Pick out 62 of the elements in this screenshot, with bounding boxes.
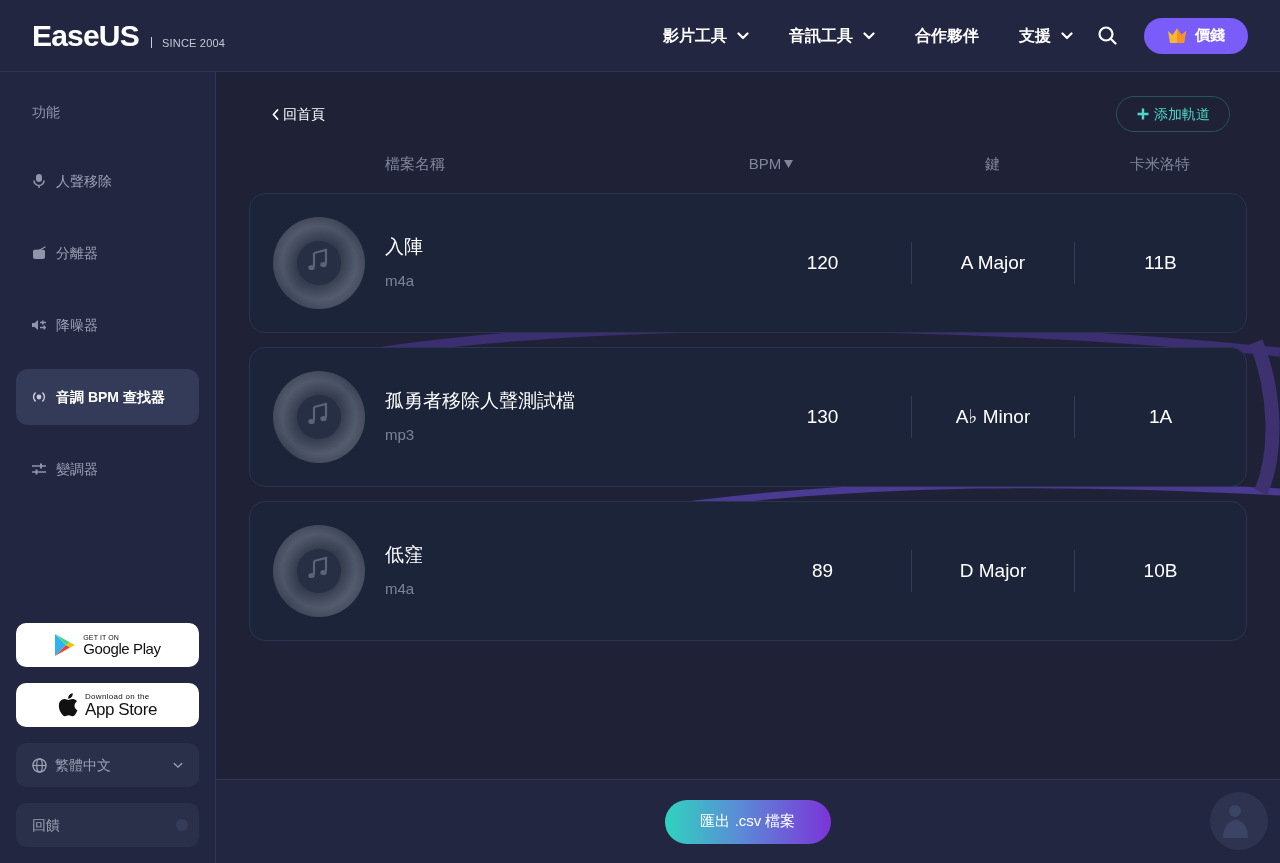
column-header[interactable]: 檔案名稱 xyxy=(250,152,711,176)
chevron-down-icon xyxy=(173,761,183,769)
sidebar-item[interactable]: 音調 BPM 查找器 xyxy=(16,369,199,425)
badge-caption: Download on the xyxy=(85,692,151,701)
feedback-button[interactable]: 回饋 xyxy=(16,803,199,847)
store-name: App Store xyxy=(85,700,157,718)
column-header[interactable]: 卡米洛特 xyxy=(1074,152,1246,176)
nav-menu-item[interactable]: 支援 xyxy=(1019,19,1073,52)
app-store-badge[interactable]: Download on the App Store xyxy=(16,683,199,727)
play-triangle-icon xyxy=(54,633,77,657)
plus-icon xyxy=(1136,108,1149,120)
microphone-icon xyxy=(32,174,46,188)
search-icon xyxy=(1098,26,1117,45)
signal-waves-icon xyxy=(32,390,46,404)
file-format: m4a xyxy=(385,272,416,291)
pricing-button[interactable]: 價錢 xyxy=(1144,17,1248,54)
music-disc-icon xyxy=(273,525,365,617)
file-format: mp3 xyxy=(385,426,416,445)
track-card[interactable]: 入陣 m4a 120 A Major 11B xyxy=(249,193,1247,333)
drum-icon xyxy=(32,246,46,260)
chevron-left-icon xyxy=(272,108,279,120)
back-link[interactable]: 回首頁 xyxy=(272,103,325,125)
nav-menu-item[interactable]: 音訊工具 xyxy=(789,19,875,52)
track-name: 入陣 xyxy=(385,235,423,259)
sidebar-item[interactable]: 分離器 xyxy=(16,225,199,281)
music-disc-icon xyxy=(273,371,365,463)
avatar-icon xyxy=(1210,792,1268,850)
file-format: m4a xyxy=(385,580,416,599)
sidebar-item[interactable]: 人聲移除 xyxy=(16,153,199,209)
globe-icon xyxy=(32,757,47,773)
key-value: A Major xyxy=(960,250,1026,275)
export-button[interactable]: 匯出 .csv 檔案 xyxy=(665,799,831,844)
track-card[interactable]: 低窪 m4a 89 D Major 10B xyxy=(249,501,1247,641)
tagline: SINCE 2004 xyxy=(161,37,226,49)
apple-icon xyxy=(58,693,78,717)
track-card[interactable]: 孤勇者移除人聲測試檔 mp3 130 A♭ Minor 1A xyxy=(249,347,1247,487)
sliders-icon xyxy=(32,462,46,476)
nav-menu-item[interactable]: 合作夥伴 xyxy=(915,19,979,52)
speaker-sliders-icon xyxy=(32,318,46,332)
bpm-value: 89 xyxy=(811,558,834,583)
section-heading: 功能 xyxy=(31,103,61,122)
store-name: Google Play xyxy=(83,641,161,656)
track-name: 孤勇者移除人聲測試檔 xyxy=(385,389,575,413)
sidebar-item[interactable]: 降噪器 xyxy=(16,297,199,353)
crown-icon xyxy=(1167,27,1187,44)
bpm-value: 130 xyxy=(806,404,839,429)
column-header[interactable]: BPM xyxy=(711,152,831,176)
key-value: D Major xyxy=(959,558,1027,583)
key-value: A♭ Minor xyxy=(955,404,1031,429)
logo[interactable]: EaseUS xyxy=(32,20,139,51)
camelot-value: 10B xyxy=(1143,558,1178,583)
music-disc-icon xyxy=(273,217,365,309)
language-select[interactable]: 繁體中文 xyxy=(16,743,199,787)
camelot-value: 11B xyxy=(1144,250,1177,275)
nav-menu-item[interactable]: 影片工具 xyxy=(663,19,749,52)
search-button[interactable] xyxy=(1098,26,1117,45)
sidebar-item[interactable]: 變調器 xyxy=(16,441,199,497)
track-name: 低窪 xyxy=(385,543,423,567)
column-header[interactable]: 鍵 xyxy=(911,152,1074,176)
bpm-value: 120 xyxy=(806,250,839,275)
sort-down-icon xyxy=(784,160,794,168)
camelot-value: 1A xyxy=(1148,404,1173,429)
